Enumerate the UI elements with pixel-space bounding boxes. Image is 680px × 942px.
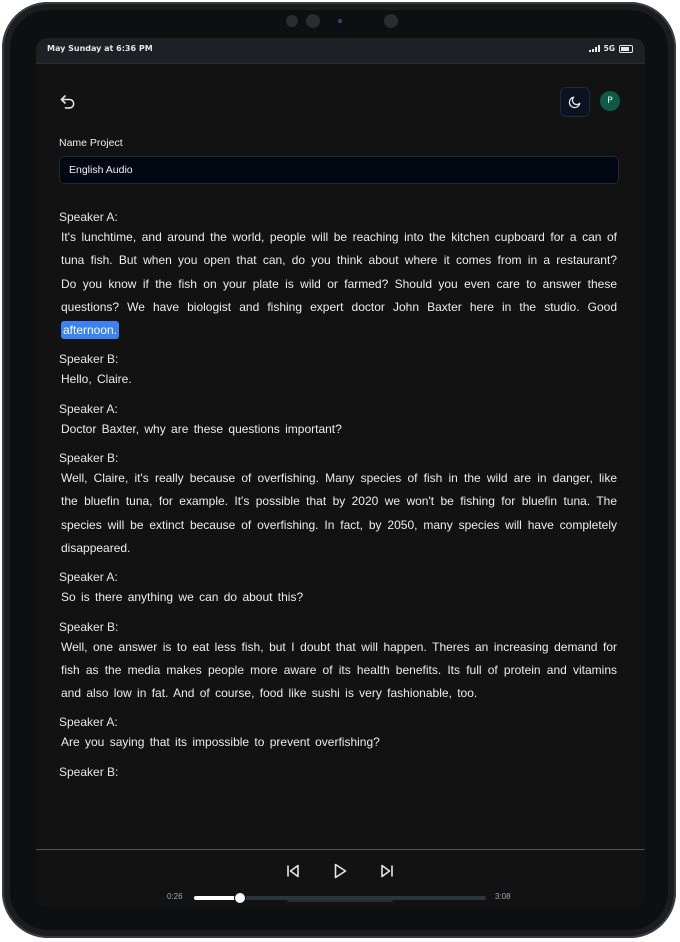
camera-led-icon — [338, 19, 342, 23]
progress-fill — [194, 896, 240, 900]
utterance-text: So is there anything we can do about thi… — [59, 586, 619, 609]
speaker-label: Speaker B: — [59, 352, 119, 367]
avatar[interactable]: P — [600, 91, 620, 111]
utterance-words: Well, Claire, it's really because of ove… — [61, 471, 617, 555]
network-label: 5G — [603, 44, 615, 53]
sensor-icon — [286, 15, 298, 27]
speaker-label: Speaker A: — [59, 210, 118, 224]
previous-button[interactable] — [284, 862, 302, 880]
speaker-label: Speaker A: — [59, 715, 118, 730]
transcript: Speaker A: It's lunchtime, and around the… — [59, 208, 619, 850]
play-button[interactable] — [331, 862, 349, 880]
utterance-text: It's lunchtime, and around the world, pe… — [59, 226, 619, 342]
speaker-label: Speaker B: — [59, 764, 119, 779]
speaker-label: Speaker B: — [59, 619, 119, 634]
status-bar: May Sunday at 6:36 PM 5G — [36, 38, 645, 64]
current-time: 0:26 — [167, 892, 183, 901]
project-name-label: Name Project — [59, 137, 123, 149]
home-indicator — [287, 900, 393, 902]
battery-icon — [619, 44, 633, 53]
back-button[interactable] — [58, 92, 78, 112]
moon-icon — [568, 96, 581, 109]
utterance-text: Are you saying that its impossible to pr… — [59, 731, 619, 754]
project-name-input[interactable] — [59, 156, 619, 184]
camera-icon — [306, 14, 320, 28]
skip-forward-icon — [381, 864, 393, 878]
camera-bar — [282, 12, 402, 30]
next-button[interactable] — [378, 862, 396, 880]
status-indicators: 5G — [588, 44, 633, 53]
current-word-highlight[interactable]: afternoon. — [61, 321, 120, 340]
utterance-words: So is there anything we can do about thi… — [61, 590, 304, 605]
audio-player: 0:26 3:08 — [36, 849, 645, 908]
camera-icon — [384, 14, 398, 28]
app-screen: May Sunday at 6:36 PM 5G P Name Project … — [36, 38, 645, 908]
utterance-words: Well, one answer is to eat less fish, bu… — [61, 639, 617, 701]
utterance-text: Well, one answer is to eat less fish, bu… — [59, 636, 619, 706]
utterance-words: Hello, Claire. — [61, 372, 132, 387]
utterance-words: Are you saying that its impossible to pr… — [61, 735, 380, 750]
undo-arrow-icon — [60, 95, 75, 109]
utterance-text: Well, Claire, it's really because of ove… — [59, 467, 619, 560]
speaker-label: Speaker B: — [59, 451, 119, 466]
skip-back-icon — [287, 864, 299, 878]
utterance-words: Doctor Baxter, why are these questions i… — [61, 421, 342, 436]
speaker-label: Speaker A: — [59, 401, 118, 416]
utterance-text: Hello, Claire. — [59, 368, 619, 391]
utterance-text: Doctor Baxter, why are these questions i… — [59, 418, 619, 441]
utterance-words: It's lunchtime, and around the world, pe… — [61, 230, 617, 314]
duration: 3:08 — [495, 892, 511, 901]
status-time: May Sunday at 6:36 PM — [47, 44, 153, 53]
progress-knob[interactable] — [233, 892, 246, 904]
speaker-label: Speaker A: — [59, 570, 118, 585]
signal-icon — [588, 45, 600, 52]
play-icon — [334, 863, 347, 879]
theme-toggle-button[interactable] — [560, 87, 590, 117]
